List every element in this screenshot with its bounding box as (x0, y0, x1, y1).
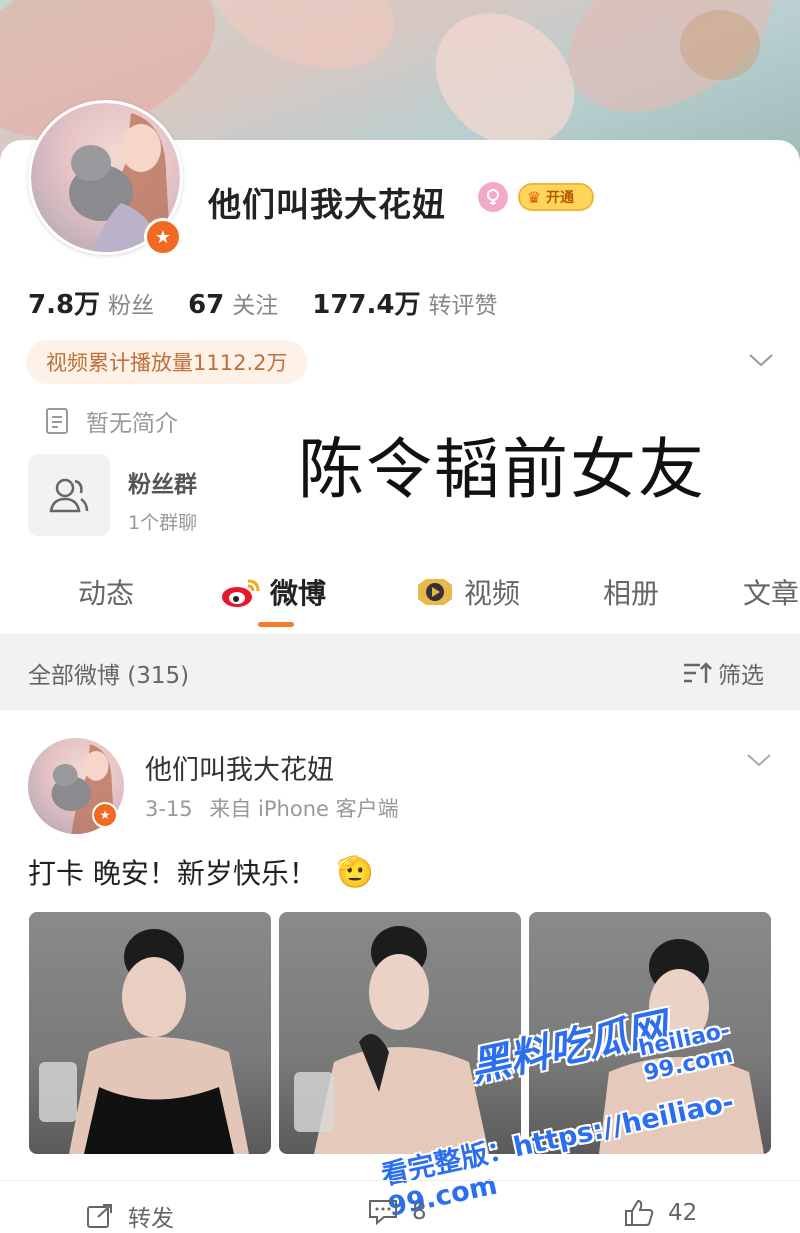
female-icon (478, 182, 508, 212)
like-count: 42 (668, 1200, 698, 1226)
tab-label: 文章 (743, 577, 800, 610)
verified-badge: ★ (144, 218, 182, 256)
filter-label: 筛选 (718, 663, 764, 689)
filter-button[interactable]: 筛选 (682, 656, 764, 690)
fan-group-title[interactable]: 粉丝群 (128, 465, 197, 499)
post-verified-badge: ★ (92, 802, 118, 828)
followers-count[interactable]: 7.8万 (28, 284, 100, 321)
post-meta: 3-15 来自 iPhone 客户端 (145, 793, 399, 823)
thumbs-up-icon (625, 1199, 654, 1226)
fan-group-icon[interactable] (28, 454, 110, 536)
post-text: 打卡 晚安！新岁快乐！ (28, 857, 317, 890)
post-actions: 转发 8 42 (0, 1180, 800, 1232)
tab-album[interactable]: 相册 (603, 572, 659, 612)
repost-button[interactable]: 转发 (86, 1199, 174, 1233)
tab-label: 微博 (270, 577, 327, 610)
tab-label: 视频 (464, 577, 521, 610)
crown-icon: ♛ (526, 187, 542, 207)
interactions-count: 177.4万 (312, 290, 421, 320)
following-count[interactable]: 67 (188, 290, 224, 320)
profile-tabs: 动态 微博 视频 相册 文章 (0, 560, 800, 632)
profile-stats: 7.8万 粉丝 67 关注 177.4万 转评赞 (28, 284, 532, 321)
tab-weibo[interactable]: 微博 (220, 572, 326, 612)
all-weibo-label[interactable]: 全部微博 (315) (28, 656, 189, 690)
like-button[interactable]: 42 (624, 1199, 697, 1227)
intro-text: 暂无简介 (86, 411, 178, 437)
post-menu-chevron-icon[interactable] (746, 752, 772, 768)
tab-label: 动态 (78, 577, 135, 610)
vip-open-button[interactable]: ♛ 开通 (518, 183, 594, 211)
tab-video[interactable]: 视频 (414, 572, 520, 612)
video-plays-badge[interactable]: 视频累计播放量1112.2万 (26, 340, 308, 384)
active-tab-indicator (258, 622, 294, 627)
post-date: 3-15 (145, 797, 193, 821)
followers-label[interactable]: 粉丝 (108, 286, 154, 320)
fan-group-subtitle: 1个群聊 (128, 512, 198, 534)
post-content: 打卡 晚安！新岁快乐！ 🫡 (28, 852, 374, 892)
weibo-icon (222, 579, 260, 607)
comment-icon (369, 1200, 397, 1225)
post-source: 来自 iPhone 客户端 (209, 797, 399, 821)
comment-button[interactable]: 8 (368, 1199, 427, 1225)
post-photo-1[interactable] (29, 912, 271, 1154)
saluting-face-emoji: 🫡 (336, 854, 375, 890)
repost-label: 转发 (128, 1206, 174, 1232)
repost-icon (87, 1204, 112, 1228)
comment-count: 8 (412, 1199, 427, 1225)
document-icon (46, 408, 68, 434)
expand-chevron-icon[interactable] (748, 352, 774, 368)
video-badge-icon (418, 579, 452, 605)
tab-label: 相册 (603, 577, 660, 610)
profile-nickname: 他们叫我大花妞 (208, 185, 446, 224)
intro-row: 暂无简介 (44, 404, 178, 438)
following-label[interactable]: 关注 (232, 286, 278, 320)
post-author[interactable]: 他们叫我大花妞 (145, 748, 334, 787)
filter-icon (684, 662, 712, 683)
tab-dynamics[interactable]: 动态 (78, 572, 134, 612)
vip-label: 开通 (546, 190, 574, 206)
interactions-label: 转评赞 (428, 293, 498, 319)
tab-article[interactable]: 文章 (743, 572, 799, 612)
overlay-caption: 陈令韬前女友 (298, 431, 706, 508)
